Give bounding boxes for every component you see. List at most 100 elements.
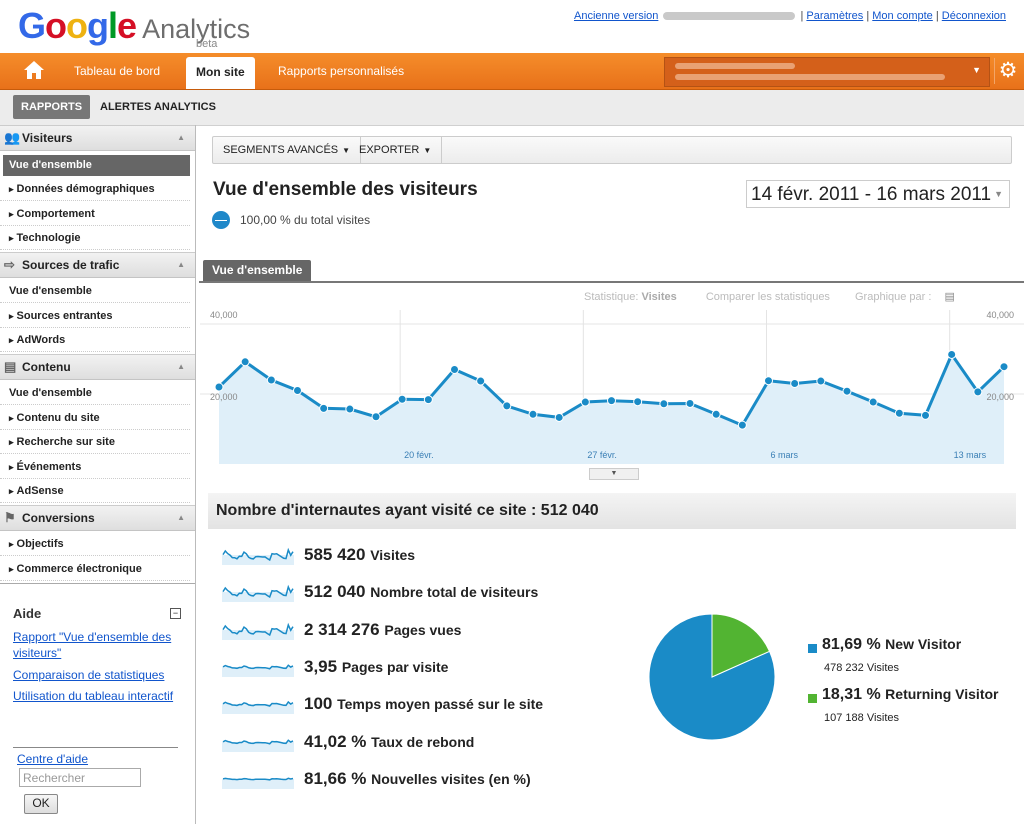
metric-value: 41,02 % xyxy=(304,732,367,751)
account-selector[interactable]: ▼ xyxy=(664,57,990,87)
metric-value: 512 040 xyxy=(304,582,366,601)
data-point xyxy=(345,404,355,414)
sparkline-icon[interactable] xyxy=(222,547,294,565)
section-content[interactable]: ▤ Contenu ▲ xyxy=(0,354,195,380)
section-visitors[interactable]: 👥 Visiteurs ▲ xyxy=(0,125,195,151)
help-link-interactive-table[interactable]: Utilisation du tableau interactif xyxy=(13,688,178,704)
data-point xyxy=(502,401,512,411)
data-point xyxy=(973,387,983,397)
sidebar-item-adwords[interactable]: AdWords xyxy=(0,328,190,352)
old-version-link[interactable]: Ancienne version xyxy=(574,10,658,22)
sidebar-item-ecommerce[interactable]: Commerce électronique xyxy=(0,557,190,581)
alerts-button[interactable]: ALERTES ANALYTICS xyxy=(92,95,224,119)
visitors-icon: 👥 xyxy=(4,130,21,145)
advanced-segments-button[interactable]: SEGMENTS AVANCÉS ▼ xyxy=(213,137,362,163)
ok-button[interactable]: OK xyxy=(24,794,58,814)
separator: | xyxy=(800,10,804,22)
metric-label: Pages par visite xyxy=(341,659,449,675)
export-button[interactable]: EXPORTER ▼ xyxy=(349,137,443,163)
account-url-redacted xyxy=(675,74,945,80)
sidebar-item-content-overview[interactable]: Vue d'ensemble xyxy=(0,381,190,405)
y-tick-label: 40,000 xyxy=(210,310,238,320)
stat-label: Statistique: xyxy=(584,291,639,303)
data-point xyxy=(842,386,852,396)
sidebar: 👥 Visiteurs ▲ Vue d'ensemble Données dém… xyxy=(0,125,196,824)
x-tick-label: 6 mars xyxy=(771,450,799,460)
data-point xyxy=(476,376,486,386)
sidebar-item-behavior[interactable]: Comportement xyxy=(0,202,190,226)
sparkline-icon[interactable] xyxy=(222,584,294,602)
sidebar-item-site-content[interactable]: Contenu du site xyxy=(0,406,190,430)
sidebar-item-visitors-overview[interactable]: Vue d'ensemble xyxy=(3,155,190,176)
tab-my-site[interactable]: Mon site xyxy=(186,57,255,89)
metric-value: 585 420 xyxy=(304,545,366,564)
settings-link[interactable]: Paramètres xyxy=(806,10,863,22)
sparkline-icon[interactable] xyxy=(222,771,294,789)
metric-label: Pages vues xyxy=(384,622,462,638)
section-conversions[interactable]: ⚑ Conversions ▲ xyxy=(0,505,195,531)
sparkline-icon[interactable] xyxy=(222,734,294,752)
conversions-icon: ⚑ xyxy=(4,510,16,525)
content-icon: ▤ xyxy=(4,359,17,374)
expand-chart-handle[interactable]: ▼ xyxy=(589,468,639,480)
sparkline-icon[interactable] xyxy=(222,622,294,640)
compare-stats-link[interactable]: Comparer les statistiques xyxy=(706,291,830,303)
y-tick-label: 40,000 xyxy=(986,310,1014,320)
data-point xyxy=(633,397,643,407)
sidebar-item-site-search[interactable]: Recherche sur site xyxy=(0,430,190,454)
legend-name: Returning Visitor xyxy=(885,686,999,702)
data-point xyxy=(816,376,826,386)
help-search-input[interactable]: Rechercher xyxy=(19,768,141,787)
sparkline-icon[interactable] xyxy=(222,659,294,677)
percent-of-total: 100,00 % du total visites xyxy=(240,213,371,227)
sidebar-item-technology[interactable]: Technologie xyxy=(0,226,190,250)
sidebar-item-demographics[interactable]: Données démographiques xyxy=(0,177,190,201)
gear-icon[interactable]: ⚙ xyxy=(994,58,1021,84)
calendar-icon[interactable]: ▤ xyxy=(945,291,955,303)
section-traffic-sources[interactable]: ⇨ Sources de trafic ▲ xyxy=(0,252,195,278)
sparkline-icon[interactable] xyxy=(222,696,294,714)
help-link-visitors-overview[interactable]: Rapport "Vue d'ensemble des visiteurs" xyxy=(13,629,178,661)
collapse-icon[interactable]: − xyxy=(170,608,181,619)
reports-button[interactable]: RAPPORTS xyxy=(13,95,91,119)
collapse-icon: ▲ xyxy=(177,260,185,269)
account-link[interactable]: Mon compte xyxy=(872,10,933,22)
sidebar-item-referrals[interactable]: Sources entrantes xyxy=(0,304,190,328)
divider xyxy=(13,747,178,748)
sidebar-item-events[interactable]: Événements xyxy=(0,455,190,479)
sidebar-item-adsense[interactable]: AdSense xyxy=(0,479,190,503)
data-point xyxy=(764,376,773,386)
section-title: Sources de trafic xyxy=(22,258,120,272)
home-icon[interactable] xyxy=(20,60,48,82)
sidebar-item-goals[interactable]: Objectifs xyxy=(0,532,190,556)
metric-label: Taux de rebond xyxy=(371,734,475,750)
help-title: Aide xyxy=(13,606,42,621)
separator: | xyxy=(866,10,870,22)
chevron-down-icon: ▼ xyxy=(423,146,432,155)
legend-count: 107 188 Visites xyxy=(824,712,900,724)
sub-nav: RAPPORTS ALERTES ANALYTICS xyxy=(0,90,1024,126)
stat-selector[interactable]: Visites xyxy=(641,291,676,303)
export-label: EXPORTER xyxy=(359,144,420,156)
tab-dashboard[interactable]: Tableau de bord xyxy=(64,53,170,89)
sidebar-item-traffic-overview[interactable]: Vue d'ensemble xyxy=(0,279,190,303)
help-link-compare-stats[interactable]: Comparaison de statistiques xyxy=(13,667,178,683)
user-email-redacted xyxy=(663,12,796,21)
help-center-link[interactable]: Centre d'aide xyxy=(17,751,182,767)
data-point xyxy=(450,365,459,374)
page-title: Vue d'ensemble des visiteurs xyxy=(213,179,478,200)
date-range-selector[interactable]: 14 févr. 2011 - 16 mars 2011 ▼ xyxy=(746,180,1010,208)
data-point xyxy=(947,349,957,359)
tab-custom-reports[interactable]: Rapports personnalisés xyxy=(268,53,414,89)
logout-link[interactable]: Déconnexion xyxy=(942,10,1006,22)
metric-label: Temps moyen passé sur le site xyxy=(337,696,544,712)
metric-value: 2 314 276 xyxy=(304,620,380,639)
data-point xyxy=(554,412,564,422)
data-point xyxy=(790,379,800,388)
legend-count: 478 232 Visites xyxy=(824,662,900,674)
report-toolbar: SEGMENTS AVANCÉS ▼ EXPORTER ▼ xyxy=(212,136,1012,164)
help-panel: Aide − Rapport "Vue d'ensemble des visit… xyxy=(0,583,195,825)
top-links: Ancienne version | Paramètres | Mon comp… xyxy=(574,10,1006,22)
data-point xyxy=(685,398,695,408)
tab-overview[interactable]: Vue d'ensemble xyxy=(203,260,312,281)
